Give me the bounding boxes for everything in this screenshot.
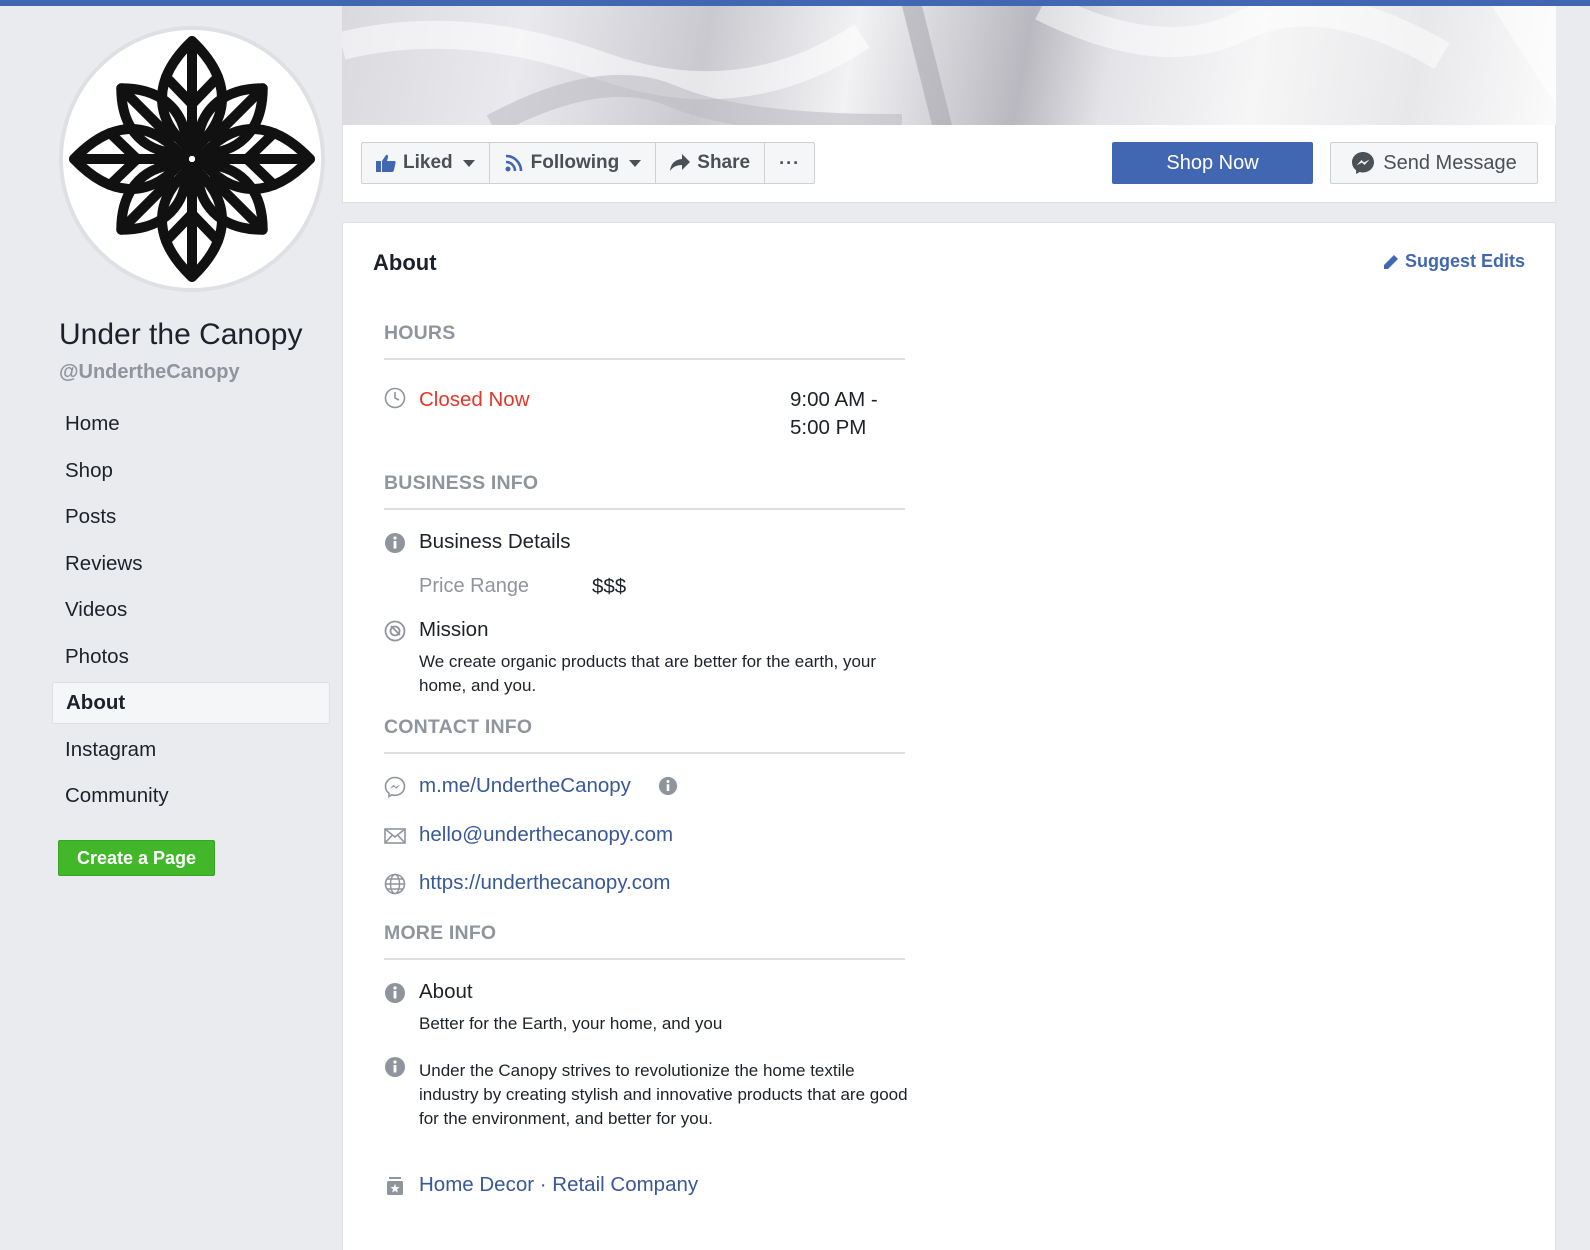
nav-item-instagram[interactable]: Instagram <box>52 729 330 771</box>
following-label: Following <box>530 152 620 173</box>
more-dots-icon: ··· <box>779 152 801 173</box>
thumbs-up-icon <box>376 154 396 172</box>
suggest-edits-label: Suggest Edits <box>1404 251 1525 271</box>
left-column: Under the Canopy @UndertheCanopy Home Sh… <box>0 6 342 1250</box>
shop-now-button[interactable]: Shop Now <box>1112 142 1313 184</box>
cover-photo[interactable] <box>342 6 1556 125</box>
business-details-label: Business Details <box>419 530 571 553</box>
envelope-icon <box>384 828 406 844</box>
chevron-down-icon <box>462 159 475 167</box>
share-button[interactable]: Share <box>656 143 766 183</box>
info-icon <box>385 983 405 1003</box>
pencil-icon <box>1383 254 1398 269</box>
page-name[interactable]: Under the Canopy <box>59 318 303 352</box>
page-action-bar: Liked Following Share ··· Shop Now Send … <box>342 125 1556 203</box>
nav-item-photos[interactable]: Photos <box>52 636 330 678</box>
category-tag-icon <box>387 1177 403 1195</box>
cover-texture <box>342 6 1556 125</box>
nav-item-shop[interactable]: Shop <box>52 450 330 492</box>
nav-item-videos[interactable]: Videos <box>52 589 330 631</box>
page-nav: Home Shop Posts Reviews Videos Photos Ab… <box>52 403 330 822</box>
price-range-label: Price Range <box>419 575 530 597</box>
about-card: About Suggest Edits HOURS Closed Now 9:0… <box>342 222 1556 1250</box>
messenger-icon <box>1352 152 1375 174</box>
suggest-edits-link[interactable]: Suggest Edits <box>1383 251 1525 272</box>
website-link[interactable]: https://underthecanopy.com <box>419 871 670 895</box>
mission-target-icon <box>384 620 406 642</box>
liked-label: Liked <box>403 152 453 173</box>
messenger-link[interactable]: m.me/UndertheCanopy <box>419 774 631 798</box>
price-range-value: $$$ <box>592 575 627 598</box>
messenger-icon <box>384 776 406 798</box>
following-button[interactable]: Following <box>490 143 657 183</box>
more-about-text: Better for the Earth, your home, and you <box>419 1014 723 1033</box>
liked-button[interactable]: Liked <box>362 143 490 183</box>
about-card-title: About <box>373 250 437 275</box>
categories-link[interactable]: Home Decor · Retail Company <box>419 1173 698 1197</box>
send-message-button[interactable]: Send Message <box>1330 142 1538 184</box>
mission-label: Mission <box>419 618 489 641</box>
clock-icon <box>384 387 406 409</box>
hours-time-close: 5:00 PM <box>790 416 867 439</box>
nav-item-posts[interactable]: Posts <box>52 496 330 538</box>
nav-item-reviews[interactable]: Reviews <box>52 543 330 585</box>
send-message-label: Send Message <box>1383 151 1517 174</box>
share-label: Share <box>697 152 751 173</box>
globe-icon <box>384 873 406 895</box>
contact-info-heading: CONTACT INFO <box>384 716 905 754</box>
hours-time-open: 9:00 AM - <box>790 388 878 411</box>
business-info-heading: BUSINESS INFO <box>384 472 905 510</box>
page-button-group: Liked Following Share ··· <box>361 142 816 184</box>
mission-text: We create organic products that are bett… <box>419 652 877 695</box>
hours-status: Closed Now <box>419 388 530 411</box>
nav-item-about[interactable]: About <box>52 682 330 724</box>
chevron-down-icon <box>629 159 642 167</box>
page-handle: @UndertheCanopy <box>59 361 240 383</box>
info-icon[interactable] <box>658 776 678 796</box>
nav-item-community[interactable]: Community <box>52 775 330 817</box>
more-about-label: About <box>419 980 473 1003</box>
hours-heading: HOURS <box>384 322 905 360</box>
rss-feed-icon <box>505 154 522 172</box>
more-options-button[interactable]: ··· <box>765 143 814 183</box>
more-info-heading: MORE INFO <box>384 922 905 960</box>
email-link[interactable]: hello@underthecanopy.com <box>419 823 673 847</box>
create-page-button[interactable]: Create a Page <box>58 840 215 876</box>
more-description-text: Under the Canopy strives to revolutioniz… <box>419 1061 908 1128</box>
info-icon <box>385 533 405 553</box>
page-profile-picture[interactable] <box>59 26 325 292</box>
nav-item-home[interactable]: Home <box>52 403 330 445</box>
share-arrow-icon <box>670 154 691 171</box>
canopy-logo-icon <box>69 36 315 282</box>
info-icon <box>385 1057 405 1077</box>
